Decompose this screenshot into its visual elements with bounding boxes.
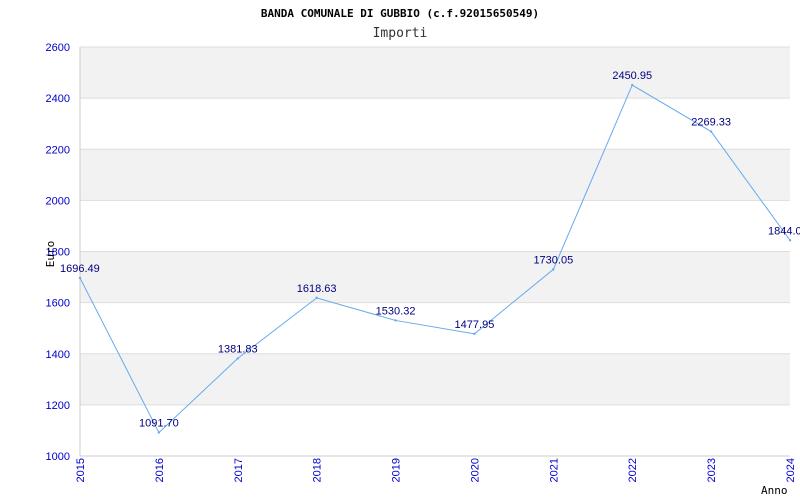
x-tick-label: 2022 (627, 458, 639, 482)
x-axis-label: Anno (761, 484, 788, 497)
grid-band (80, 149, 790, 201)
data-label: 2269.33 (691, 117, 731, 129)
data-point (788, 239, 792, 242)
data-point (709, 130, 713, 133)
x-tick-label: 2016 (154, 458, 166, 482)
data-point (78, 276, 82, 280)
x-tick-label: 2019 (391, 458, 403, 482)
data-point (394, 319, 397, 322)
x-tick-label: 2020 (469, 458, 481, 482)
x-tick-label: 2023 (706, 458, 718, 482)
data-point (236, 357, 239, 360)
y-tick-label: 2400 (46, 93, 70, 105)
x-tick-label: 2017 (233, 458, 245, 482)
y-tick-label: 1200 (46, 400, 70, 412)
data-label: 1618.63 (297, 283, 337, 295)
data-point (315, 296, 318, 300)
grid-band (80, 353, 790, 405)
line-chart: BANDA COMUNALE DI GUBBIO (c.f.9201565054… (44, 7, 800, 497)
x-tick-label: 2024 (785, 458, 797, 482)
data-label: 1730.05 (533, 254, 573, 266)
plot-bands (80, 47, 790, 405)
data-label: 1530.32 (376, 305, 416, 317)
y-axis-label: Euro (44, 241, 57, 268)
x-tick-label: 2021 (548, 458, 560, 482)
data-label: 1477.95 (455, 319, 495, 331)
y-tick-label: 2000 (46, 195, 70, 207)
chart-subtitle: Importi (373, 26, 428, 41)
data-point (552, 268, 555, 271)
x-tick-label: 2018 (312, 458, 324, 482)
x-tick-labels: 2015 2016 2017 2018 2019 2020 2021 2022 2023 2024 (75, 458, 797, 482)
data-label: 1381.83 (218, 343, 258, 355)
data-point (631, 83, 634, 87)
data-label: 1844.0 (768, 225, 800, 237)
y-tick-label: 1600 (46, 298, 70, 310)
y-tick-label: 1400 (46, 349, 70, 361)
y-tick-label: 2600 (46, 42, 70, 54)
data-label: 1091.70 (139, 418, 179, 430)
chart-title: BANDA COMUNALE DI GUBBIO (c.f.9201565054… (261, 7, 539, 20)
y-tick-label: 1000 (46, 451, 70, 463)
y-tick-label: 2200 (46, 144, 70, 156)
grid-band (80, 47, 790, 99)
data-point (157, 431, 161, 434)
x-tick-label: 2015 (75, 458, 87, 482)
data-label: 2450.95 (612, 70, 652, 82)
grid-band (80, 251, 790, 303)
data-label: 1696.49 (60, 263, 100, 275)
data-point (473, 332, 476, 336)
